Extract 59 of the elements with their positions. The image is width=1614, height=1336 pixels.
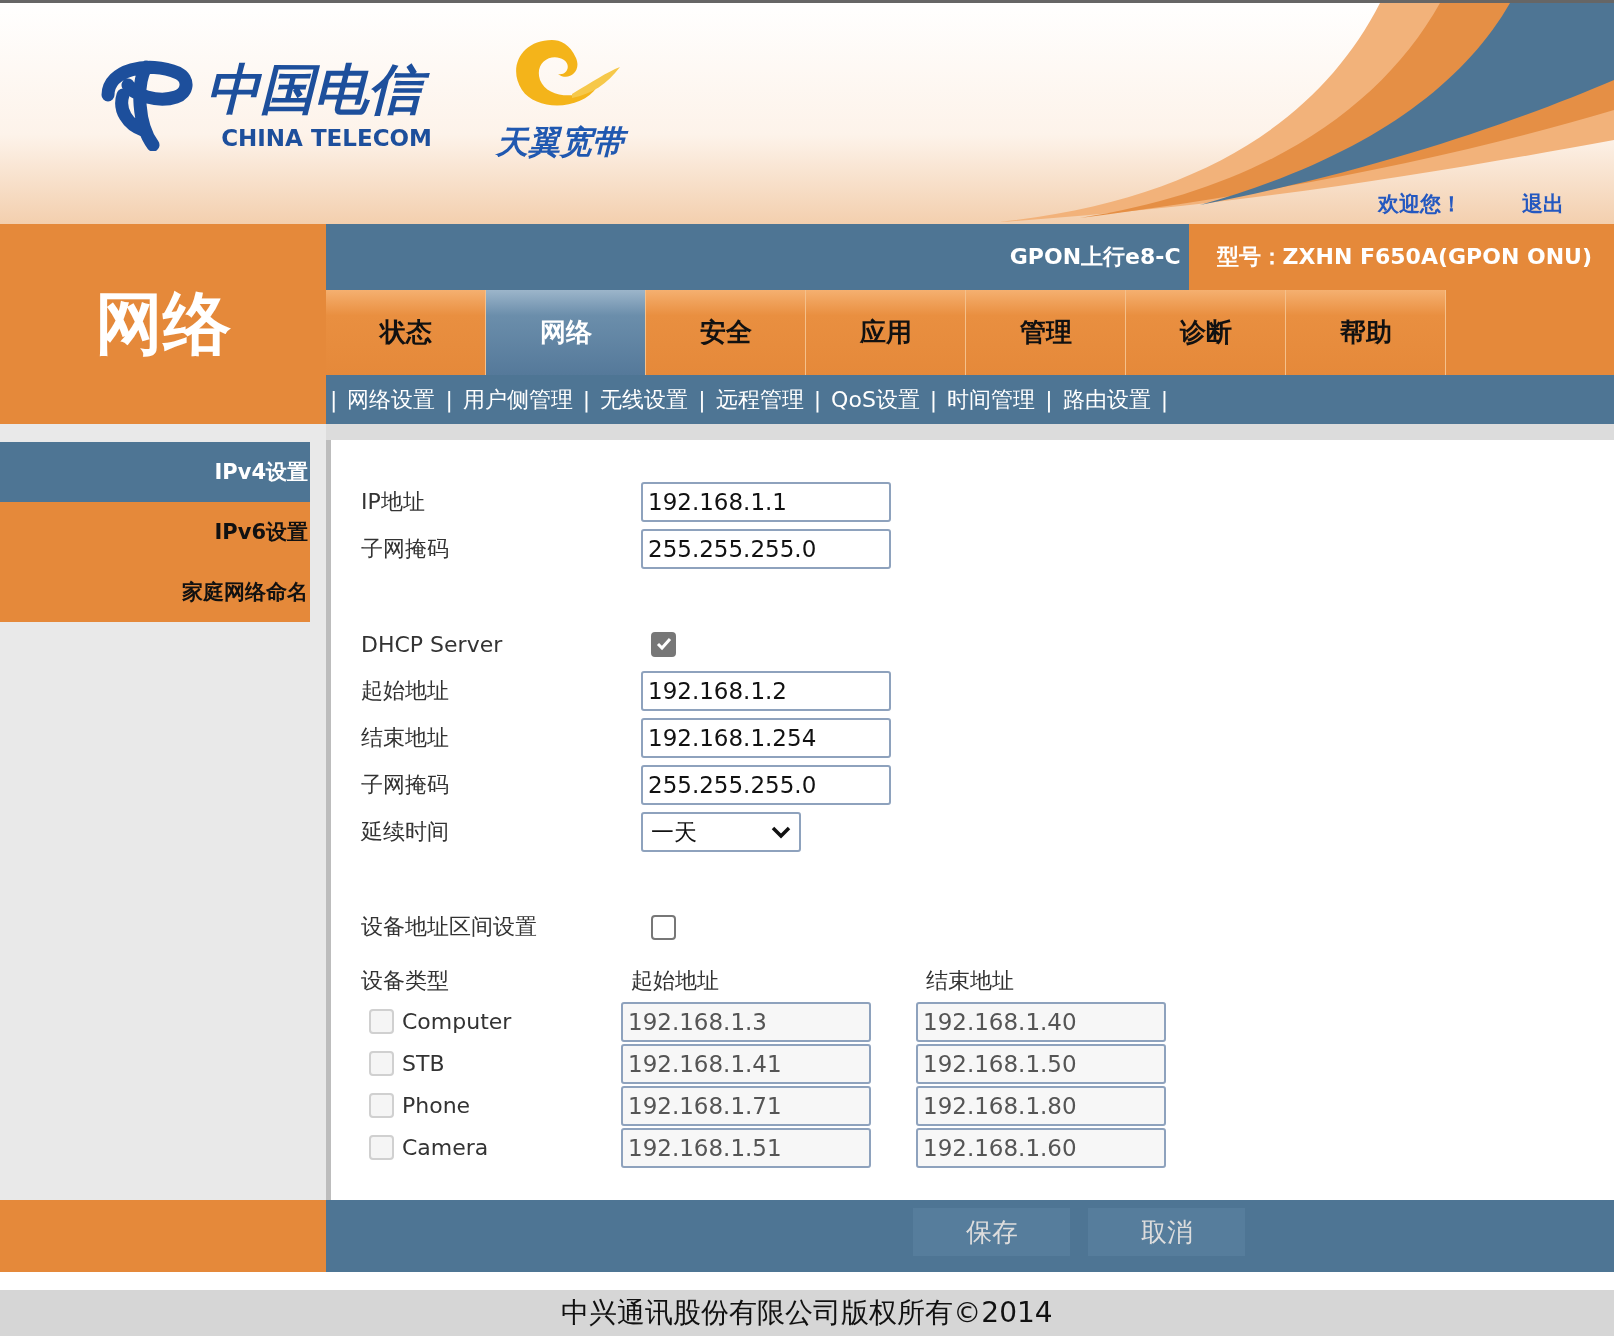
field-label: 起始地址 xyxy=(361,677,450,705)
sidebar-item[interactable]: 家庭网络命名 xyxy=(0,562,310,622)
submenu-link[interactable]: 时间管理 xyxy=(947,384,1036,415)
input-field[interactable]: 192.168.1.1 xyxy=(641,482,891,522)
separator: | xyxy=(1045,387,1053,412)
nav-tab[interactable]: 状态 xyxy=(326,290,486,375)
nav-tab[interactable]: 帮助 xyxy=(1286,290,1446,375)
nav-tab[interactable]: 管理 xyxy=(966,290,1126,375)
input-field[interactable]: 255.255.255.0 xyxy=(641,529,891,569)
model-label: 型号：ZXHN F650A(GPON ONU) xyxy=(1188,224,1614,290)
separator: | xyxy=(698,387,706,412)
submenu-link[interactable]: 网络设置 xyxy=(347,384,436,415)
submenu-link[interactable]: QoS设置 xyxy=(831,384,920,415)
device-label: STB xyxy=(402,1051,445,1076)
device-label: Computer xyxy=(402,1009,512,1034)
submenu-link[interactable]: 远程管理 xyxy=(715,384,804,415)
field-label: 子网掩码 xyxy=(361,535,450,563)
chevron-icon xyxy=(771,825,791,839)
checkbox[interactable] xyxy=(651,631,676,657)
field-label: 结束地址 xyxy=(361,724,450,752)
sidebar-item[interactable]: IPv4设置 xyxy=(0,442,310,502)
copyright-text: 中兴通讯股份有限公司版权所有©2014 xyxy=(561,1295,1053,1331)
separator: | xyxy=(445,387,453,412)
section-title: 网络 xyxy=(95,282,231,365)
column-header: 结束地址 xyxy=(926,967,1014,995)
separator: | xyxy=(330,387,338,412)
input-field[interactable]: 255.255.255.0 xyxy=(641,765,891,805)
version-text: GPON上行e8-C xyxy=(1009,243,1181,271)
nav-tab[interactable]: 网络 xyxy=(486,290,646,375)
welcome-link[interactable]: 欢迎您！ xyxy=(1378,190,1462,218)
field-label: DHCP Server xyxy=(361,631,504,657)
separator: | xyxy=(929,387,938,412)
brand-name: 天翼宽带 xyxy=(492,122,632,164)
nav-tab[interactable]: 应用 xyxy=(806,290,966,375)
field-label: IP地址 xyxy=(361,488,426,516)
logo-name: 中国电信 xyxy=(202,55,432,126)
separator: | xyxy=(1160,387,1169,412)
input-field[interactable]: 192.168.1.2 xyxy=(641,671,891,711)
submenu-link[interactable]: 无线设置 xyxy=(600,384,689,415)
sidebar-item[interactable]: IPv6设置 xyxy=(0,502,310,562)
dropdown[interactable]: 一天 xyxy=(641,812,801,852)
input-field[interactable]: 192.168.1.254 xyxy=(641,718,891,758)
submenu-link[interactable]: 路由设置 xyxy=(1062,384,1151,415)
nav-tab[interactable]: 诊断 xyxy=(1126,290,1286,375)
checkbox[interactable] xyxy=(651,914,676,940)
logout-link[interactable]: 退出 xyxy=(1522,190,1564,218)
nav-tab[interactable]: 安全 xyxy=(646,290,806,375)
submenu-link[interactable]: 用户侧管理 xyxy=(462,384,573,415)
separator: | xyxy=(813,387,822,412)
separator: | xyxy=(582,387,591,412)
field-label: 延续时间 xyxy=(361,818,450,846)
column-header: 设备类型 xyxy=(361,967,450,995)
check-icon xyxy=(654,635,673,653)
column-header: 起始地址 xyxy=(631,967,720,995)
device-label: Camera xyxy=(402,1135,489,1160)
device-label: Phone xyxy=(402,1093,471,1118)
logo-subtitle: CHINA TELECOM xyxy=(221,125,432,152)
field-label: 子网掩码 xyxy=(361,771,450,799)
field-label: 设备地址区间设置 xyxy=(361,913,538,941)
